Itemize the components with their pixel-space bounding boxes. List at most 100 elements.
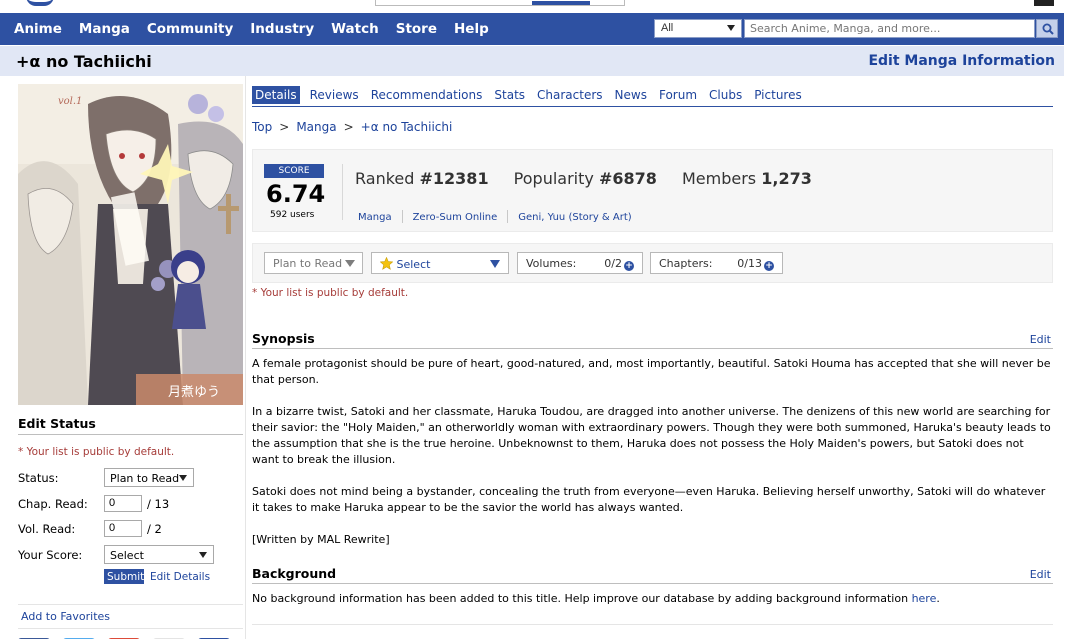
chap-total: / 13 [147,497,170,511]
cover-illustration: vol.1 月煮ゆう [18,84,243,405]
breadcrumb-sep: > [279,120,290,134]
background-here-link[interactable]: here [912,592,937,605]
detail-tabs: Details Reviews Recommendations Stats Ch… [252,86,1053,107]
list-status-select[interactable]: Plan to Read [264,252,363,274]
chevron-down-icon [490,260,500,268]
manga-cover-image[interactable]: vol.1 月煮ゆう [18,84,243,405]
background-body: No background information has been added… [252,592,912,605]
synopsis-paragraph-3: Satoki does not mind being a bystander, … [252,485,1046,514]
nav-watch[interactable]: Watch [331,21,379,37]
volumes-field: Volumes: 0/2 + [517,252,643,274]
volumes-label: Volumes: [526,257,577,270]
search-button[interactable] [1036,19,1058,38]
breadcrumb: Top > Manga > +α no Tachiichi [252,120,452,134]
vol-total: / 2 [147,522,162,536]
list-status-value: Plan to Read [273,257,343,270]
left-sidebar: vol.1 月煮ゆう Edit Status * Your list is pu… [0,76,246,639]
tab-pictures[interactable]: Pictures [752,86,804,104]
tab-reviews[interactable]: Reviews [308,86,361,104]
vol-read-label: Vol. Read: [18,522,76,536]
chapters-value[interactable]: 0/13 [737,257,762,270]
volumes-value[interactable]: 0/2 [604,257,622,270]
main-menu: Anime Manga Community Industry Watch Sto… [14,13,506,45]
popularity-value: #6878 [598,169,657,188]
breadcrumb-current[interactable]: +α no Tachiichi [361,120,453,134]
nav-industry[interactable]: Industry [250,21,314,37]
nav-manga[interactable]: Manga [79,21,130,37]
breadcrumb-sep: > [343,120,354,134]
nav-community[interactable]: Community [147,21,233,37]
nav-help[interactable]: Help [454,21,489,37]
stats-box: SCORE 6.74 592 users Ranked #12381 Popul… [252,149,1053,232]
background-text: No background information has been added… [252,591,1053,607]
tab-forum[interactable]: Forum [657,86,699,104]
tab-news[interactable]: News [613,86,649,104]
public-list-note: * Your list is public by default. [18,446,175,458]
breadcrumb-manga[interactable]: Manga [296,120,336,134]
submit-button[interactable]: Submit [104,569,144,584]
chapters-field: Chapters: 0/13 + [650,252,783,274]
cover-author-text: 月煮ゆう [168,385,220,400]
tab-details[interactable]: Details [252,86,300,104]
chevron-down-icon [345,260,355,267]
breadcrumb-top[interactable]: Top [252,120,272,134]
your-score-select[interactable]: Select [104,545,214,564]
background-end: . [936,592,940,605]
synopsis-title: Synopsis [252,331,315,346]
top-strip [0,0,1085,12]
stats-divider [342,164,343,220]
meta-line: Manga Zero-Sum Online Geni, Yuu (Story & A… [358,210,632,223]
synopsis-edit-link[interactable]: Edit [1030,333,1051,346]
user-avatar-icon[interactable] [1034,0,1054,6]
search-input[interactable]: Search Anime, Manga, and more... [744,19,1035,38]
chap-read-input[interactable]: 0 [104,495,142,512]
tab-clubs[interactable]: Clubs [707,86,744,104]
star-icon [379,256,394,270]
background-title: Background [252,566,337,581]
your-score-label: Your Score: [18,548,83,562]
status-select-value: Plan to Read [110,472,180,485]
site-logo-fragment[interactable] [26,0,54,6]
nav-store[interactable]: Store [396,21,437,37]
list-score-value: Select [396,258,431,271]
tab-stats[interactable]: Stats [492,86,527,104]
edit-details-link[interactable]: Edit Details [150,571,210,583]
list-score-select[interactable]: Select [371,252,509,274]
section-divider [252,624,1053,625]
synopsis-heading: Synopsis Edit [252,331,1053,349]
score-value: 6.74 [266,180,326,208]
your-score-value: Select [110,549,144,562]
nav-anime[interactable]: Anime [14,21,62,37]
search-filter-value: All [661,22,674,34]
edit-status-heading: Edit Status [18,416,243,435]
share-buttons [18,635,243,639]
chap-read-label: Chap. Read: [18,497,88,511]
plus-icon[interactable]: + [764,261,774,271]
synopsis-credit: [Written by MAL Rewrite] [252,533,390,546]
type-link[interactable]: Manga [358,212,392,223]
search-filter-select[interactable]: All [654,19,742,38]
background-heading: Background Edit [252,566,1053,584]
magazine-link[interactable]: Zero-Sum Online [413,212,498,223]
background-edit-link[interactable]: Edit [1030,568,1051,581]
vol-read-input[interactable]: 0 [104,520,142,537]
status-label: Status: [18,471,59,485]
search-icon [1042,23,1054,35]
synopsis-paragraph-1: A female protagonist should be pure of h… [252,357,1051,386]
edit-manga-info-link[interactable]: Edit Manga Information [868,53,1055,69]
members-label: Members [681,169,757,188]
ranked-label: Ranked [355,169,415,188]
chevron-down-icon [179,475,187,481]
score-label-badge: SCORE [264,164,324,178]
plus-icon[interactable]: + [624,261,634,271]
tab-recommendations[interactable]: Recommendations [369,86,485,104]
search-placeholder: Search Anime, Manga, and more... [750,22,941,35]
chevron-down-icon [199,552,207,558]
author-link[interactable]: Geni, Yuu (Story & Art) [518,212,631,223]
title-bar: +α no Tachiichi Edit Manga Information [0,46,1064,76]
ranked-value: #12381 [419,169,489,188]
add-to-favorites-link[interactable]: Add to Favorites [18,604,243,629]
list-controls: Plan to Read Select Volumes: 0/2 + Chapte… [252,243,1053,283]
tab-characters[interactable]: Characters [535,86,605,104]
status-select[interactable]: Plan to Read [104,468,194,487]
